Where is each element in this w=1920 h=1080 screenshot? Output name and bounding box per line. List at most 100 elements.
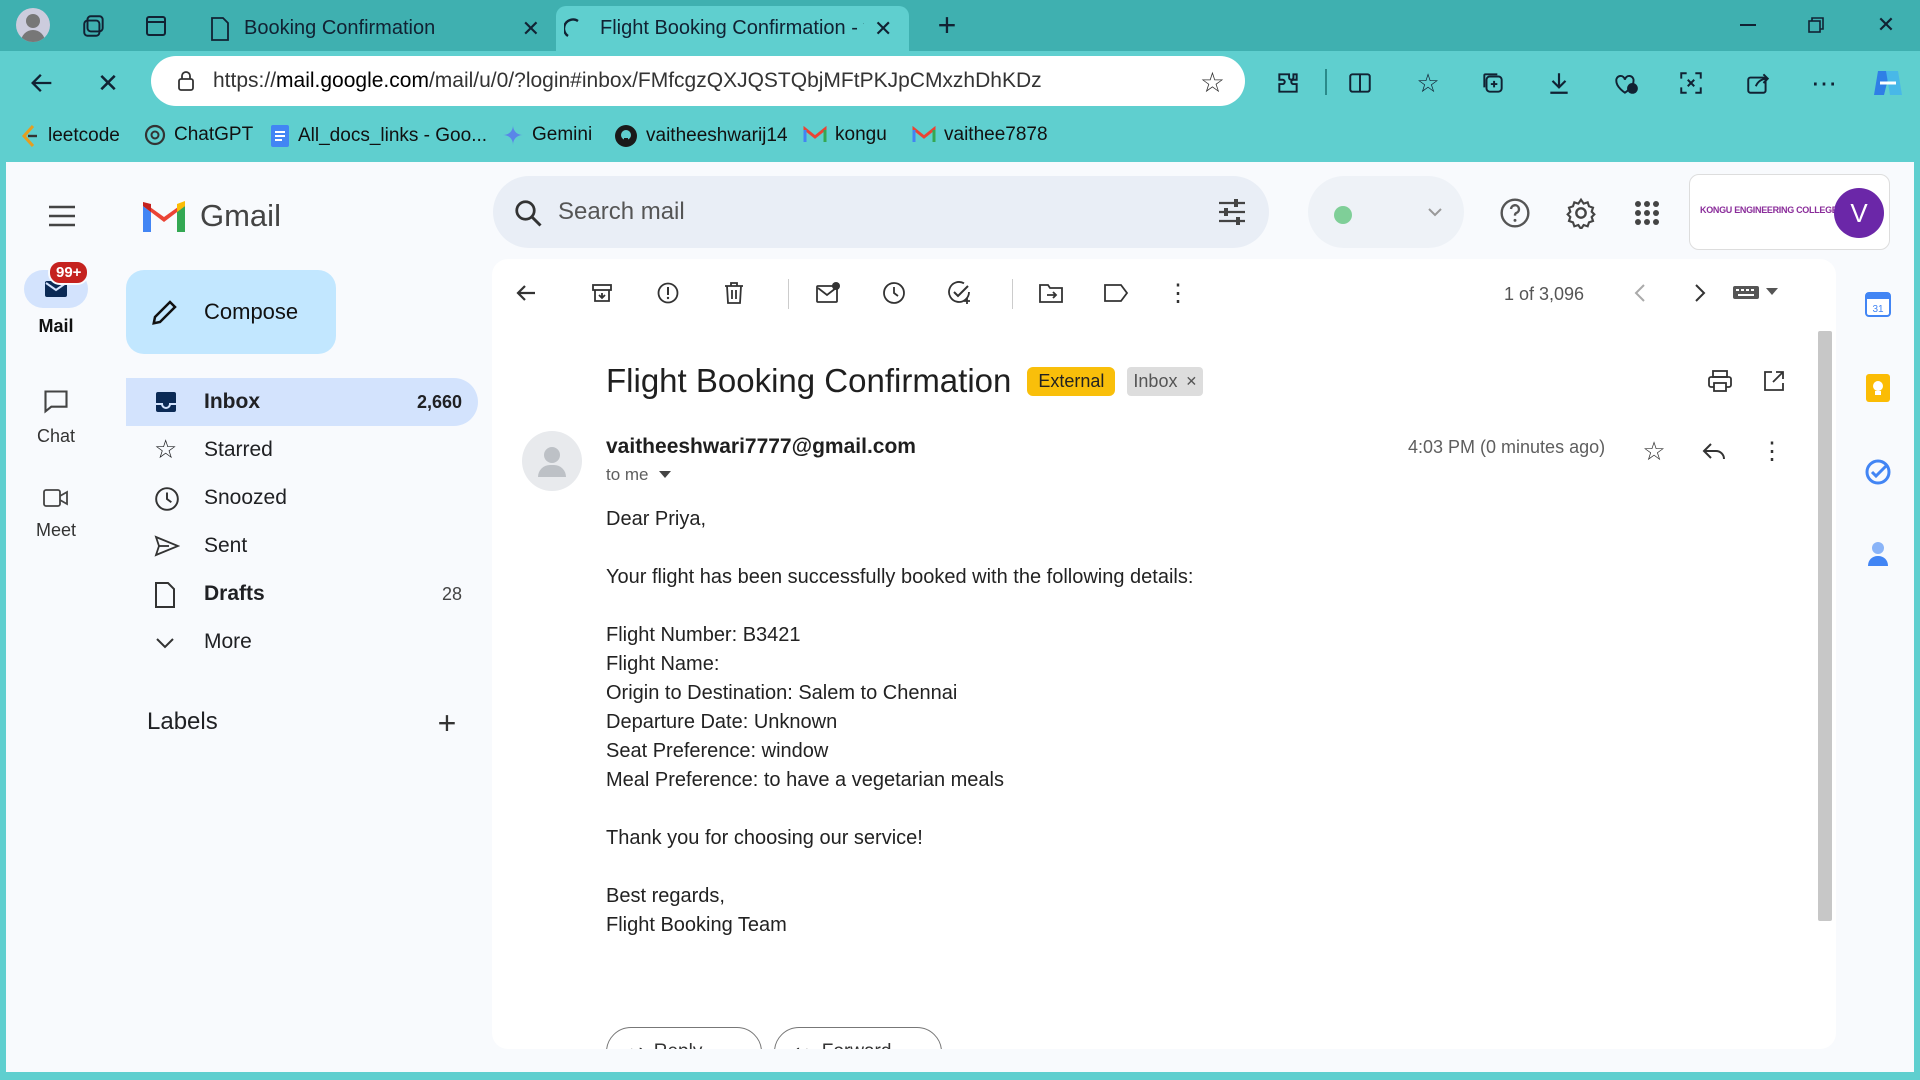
more-vert-icon[interactable]: ⋮ [1160, 275, 1196, 311]
close-tab-icon[interactable]: ✕ [522, 16, 540, 42]
favorites-icon[interactable]: ☆ [1410, 65, 1446, 101]
nav-starred[interactable]: ☆ Starred [126, 426, 478, 474]
input-tools-icon[interactable] [1732, 283, 1778, 301]
main-menu-icon[interactable] [36, 190, 88, 242]
nav-sent[interactable]: Sent [126, 522, 478, 570]
profile-avatar[interactable] [16, 8, 50, 42]
calendar-icon[interactable]: 31 [1858, 284, 1898, 324]
url-host: mail.google.com [276, 69, 429, 92]
close-tab-icon[interactable]: ✕ [874, 16, 892, 42]
split-screen-icon[interactable] [1342, 65, 1378, 101]
add-to-tasks-icon[interactable] [942, 275, 978, 311]
collections-icon[interactable] [1475, 65, 1511, 101]
snooze-icon[interactable] [876, 275, 912, 311]
bookmark-gemini[interactable]: Gemini [502, 124, 592, 146]
label-icon[interactable] [1098, 275, 1134, 311]
sender-email[interactable]: vaitheeshwari7777@gmail.com [606, 435, 916, 459]
bookmark-all-docs-links[interactable]: All_docs_links - Goo... [270, 124, 487, 148]
bookmark-label: Gemini [532, 124, 593, 145]
nav-drafts[interactable]: Drafts 28 [126, 570, 478, 618]
tab-actions-icon[interactable] [140, 10, 172, 42]
help-icon[interactable] [1492, 190, 1538, 236]
recipient-row[interactable]: to me [606, 465, 671, 485]
status-selector[interactable] [1308, 176, 1464, 248]
draft-icon [155, 582, 175, 608]
star-message-icon[interactable]: ☆ [1636, 433, 1672, 469]
more-options-icon[interactable]: ⋯ [1806, 65, 1842, 101]
body-line: Dear Priya, [606, 508, 707, 530]
nav-inbox[interactable]: Inbox 2,660 [126, 378, 478, 426]
mark-unread-icon[interactable] [810, 275, 846, 311]
remove-label-icon[interactable]: ✕ [1185, 373, 1197, 390]
pencil-icon [152, 300, 177, 325]
svg-text:31: 31 [1872, 304, 1884, 315]
back-to-inbox-icon[interactable] [508, 275, 544, 311]
bookmark-chatgpt[interactable]: ChatGPT [144, 124, 253, 146]
lock-icon[interactable] [177, 70, 195, 92]
minimize-icon[interactable] [1728, 10, 1768, 40]
message-more-icon[interactable]: ⋮ [1754, 433, 1790, 469]
favorite-star-icon[interactable]: ☆ [1200, 66, 1225, 99]
reply-icon[interactable] [1696, 433, 1732, 469]
bookmark-kongu[interactable]: kongu [803, 124, 887, 146]
search-icon[interactable] [513, 198, 543, 228]
subject-row: Flight Booking Confirmation External Inb… [606, 359, 1204, 403]
search-options-icon[interactable] [1217, 198, 1247, 226]
browser-essentials-icon[interactable] [1608, 65, 1644, 101]
bookmark-vaitheeshwarij14[interactable]: vaitheeshwarij14 [614, 124, 788, 148]
tab-booking-confirmation[interactable]: Booking Confirmation ✕ [198, 6, 554, 51]
print-icon[interactable] [1702, 363, 1738, 399]
gmail-app: Gmail Search mail KONGU ENGINEERING COLL… [6, 162, 1914, 1072]
archive-icon[interactable] [584, 275, 620, 311]
subject-title: Flight Booking Confirmation [606, 362, 1012, 399]
extensions-icon[interactable] [1270, 65, 1306, 101]
forward-button[interactable]: ↪ Forward [774, 1027, 942, 1049]
add-label-icon[interactable]: + [430, 705, 464, 741]
stop-loading-icon[interactable]: ✕ [90, 65, 126, 101]
bookmark-leetcode[interactable]: leetcode [20, 124, 120, 148]
open-in-new-window-icon[interactable] [1756, 363, 1792, 399]
compose-button[interactable]: Compose [126, 270, 336, 354]
rail-mail[interactable]: 99+ Mail [6, 260, 106, 337]
chat-icon [44, 390, 68, 414]
search-bar[interactable]: Search mail [493, 176, 1269, 248]
tab-title: Booking Confirmation [244, 17, 436, 39]
unread-badge: 99+ [48, 260, 90, 285]
back-icon[interactable] [24, 65, 60, 101]
keep-icon[interactable] [1858, 368, 1898, 408]
reply-arrow-icon: ↩ [627, 1040, 644, 1050]
account-switcher[interactable]: KONGU ENGINEERING COLLEGE V [1689, 174, 1890, 250]
workspaces-icon[interactable] [78, 10, 110, 42]
contacts-icon[interactable] [1858, 534, 1898, 574]
screenshot-icon[interactable] [1673, 65, 1709, 101]
restore-icon[interactable] [1796, 10, 1836, 40]
close-window-icon[interactable]: ✕ [1866, 10, 1906, 40]
new-tab-icon[interactable]: + [930, 7, 964, 43]
message-scrollbar[interactable] [1818, 331, 1832, 921]
rail-meet[interactable]: Meet [6, 486, 106, 541]
copilot-icon[interactable] [1868, 63, 1908, 103]
rail-chat[interactable]: Chat [6, 388, 106, 447]
tasks-icon[interactable] [1858, 452, 1898, 492]
delete-icon[interactable] [716, 275, 752, 311]
reply-button[interactable]: ↩ Reply [606, 1027, 762, 1049]
address-bar[interactable]: https://mail.google.com/mail/u/0/?login#… [151, 56, 1245, 106]
settings-gear-icon[interactable] [1558, 190, 1604, 236]
search-input[interactable]: Search mail [558, 198, 685, 226]
bookmark-vaithee7878[interactable]: vaithee7878 [912, 124, 1048, 146]
move-to-icon[interactable] [1033, 275, 1069, 311]
downloads-icon[interactable] [1541, 65, 1577, 101]
nav-snoozed[interactable]: Snoozed [126, 474, 478, 522]
url-path: /mail/u/0/?login#inbox/FMfcgzQXJQSTQbjMF… [428, 69, 1042, 92]
tab-flight-booking[interactable]: Flight Booking Confirmation - vaitheeshw… [556, 6, 909, 51]
nav-more[interactable]: More [126, 618, 478, 666]
sender-avatar[interactable] [522, 431, 582, 491]
gmail-logo[interactable]: Gmail [140, 192, 281, 240]
avatar[interactable]: V [1834, 188, 1884, 238]
chevron-down-icon [156, 638, 174, 649]
share-icon[interactable] [1740, 65, 1776, 101]
apps-grid-icon[interactable] [1624, 190, 1670, 236]
newer-icon[interactable] [1622, 275, 1658, 311]
older-icon[interactable] [1682, 275, 1718, 311]
report-spam-icon[interactable] [650, 275, 686, 311]
